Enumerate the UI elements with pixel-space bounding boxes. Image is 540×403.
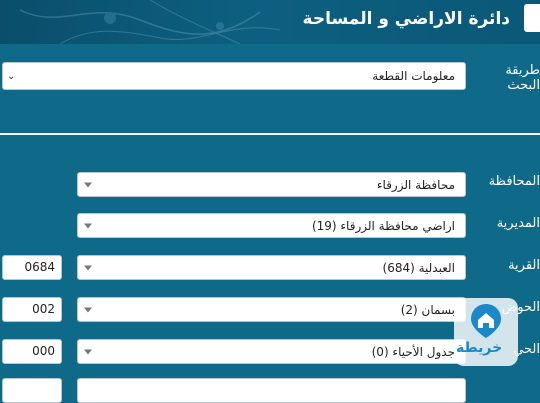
home-map-pin-icon (471, 304, 501, 338)
caret-down-icon (84, 265, 92, 270)
governorate-label: المحافظة (488, 174, 540, 189)
village-code-input[interactable]: 0684 (2, 255, 62, 280)
watermark: خريطة (454, 298, 530, 370)
governorate-value: محافظة الزرقاء (376, 177, 455, 192)
village-value: العبدلية (684) (382, 260, 456, 275)
directorate-label: المديرية (496, 216, 540, 231)
divider (0, 133, 540, 135)
neighborhood-value: جدول الأحياء (0) (371, 344, 455, 359)
search-method-value: معلومات القطعة (372, 69, 455, 83)
governorate-select[interactable]: محافظة الزرقاء (77, 172, 466, 197)
search-method-label: طريقة البحث (505, 63, 540, 93)
chevron-down-icon: ⌄ (7, 71, 16, 82)
page-title: دائرة الاراضي و المساحة (302, 9, 510, 29)
caret-down-icon (84, 182, 92, 187)
neighborhood-code-input[interactable]: 000 (2, 339, 62, 364)
next-code-input[interactable] (2, 378, 62, 403)
next-select[interactable] (77, 378, 466, 403)
caret-down-icon (84, 307, 92, 312)
basin-code-input[interactable]: 002 (2, 297, 62, 322)
directorate-select[interactable]: اراضي محافظة الزرقاء (19) (77, 213, 466, 238)
caret-down-icon (84, 223, 92, 228)
basin-value: بسمان (2) (400, 302, 455, 317)
header-bar: دائرة الاراضي و المساحة (0, 0, 540, 44)
village-select[interactable]: العبدلية (684) (77, 255, 466, 280)
directorate-value: اراضي محافظة الزرقاء (19) (311, 218, 455, 233)
basin-select[interactable]: بسمان (2) (77, 297, 466, 322)
header-tab[interactable] (524, 4, 540, 32)
village-label: القرية (508, 258, 540, 273)
caret-down-icon (84, 349, 92, 354)
neighborhood-select[interactable]: جدول الأحياء (0) (77, 339, 466, 364)
search-method-select[interactable]: معلومات القطعة ⌄ (2, 62, 466, 90)
watermark-text: خريطة (456, 340, 503, 356)
